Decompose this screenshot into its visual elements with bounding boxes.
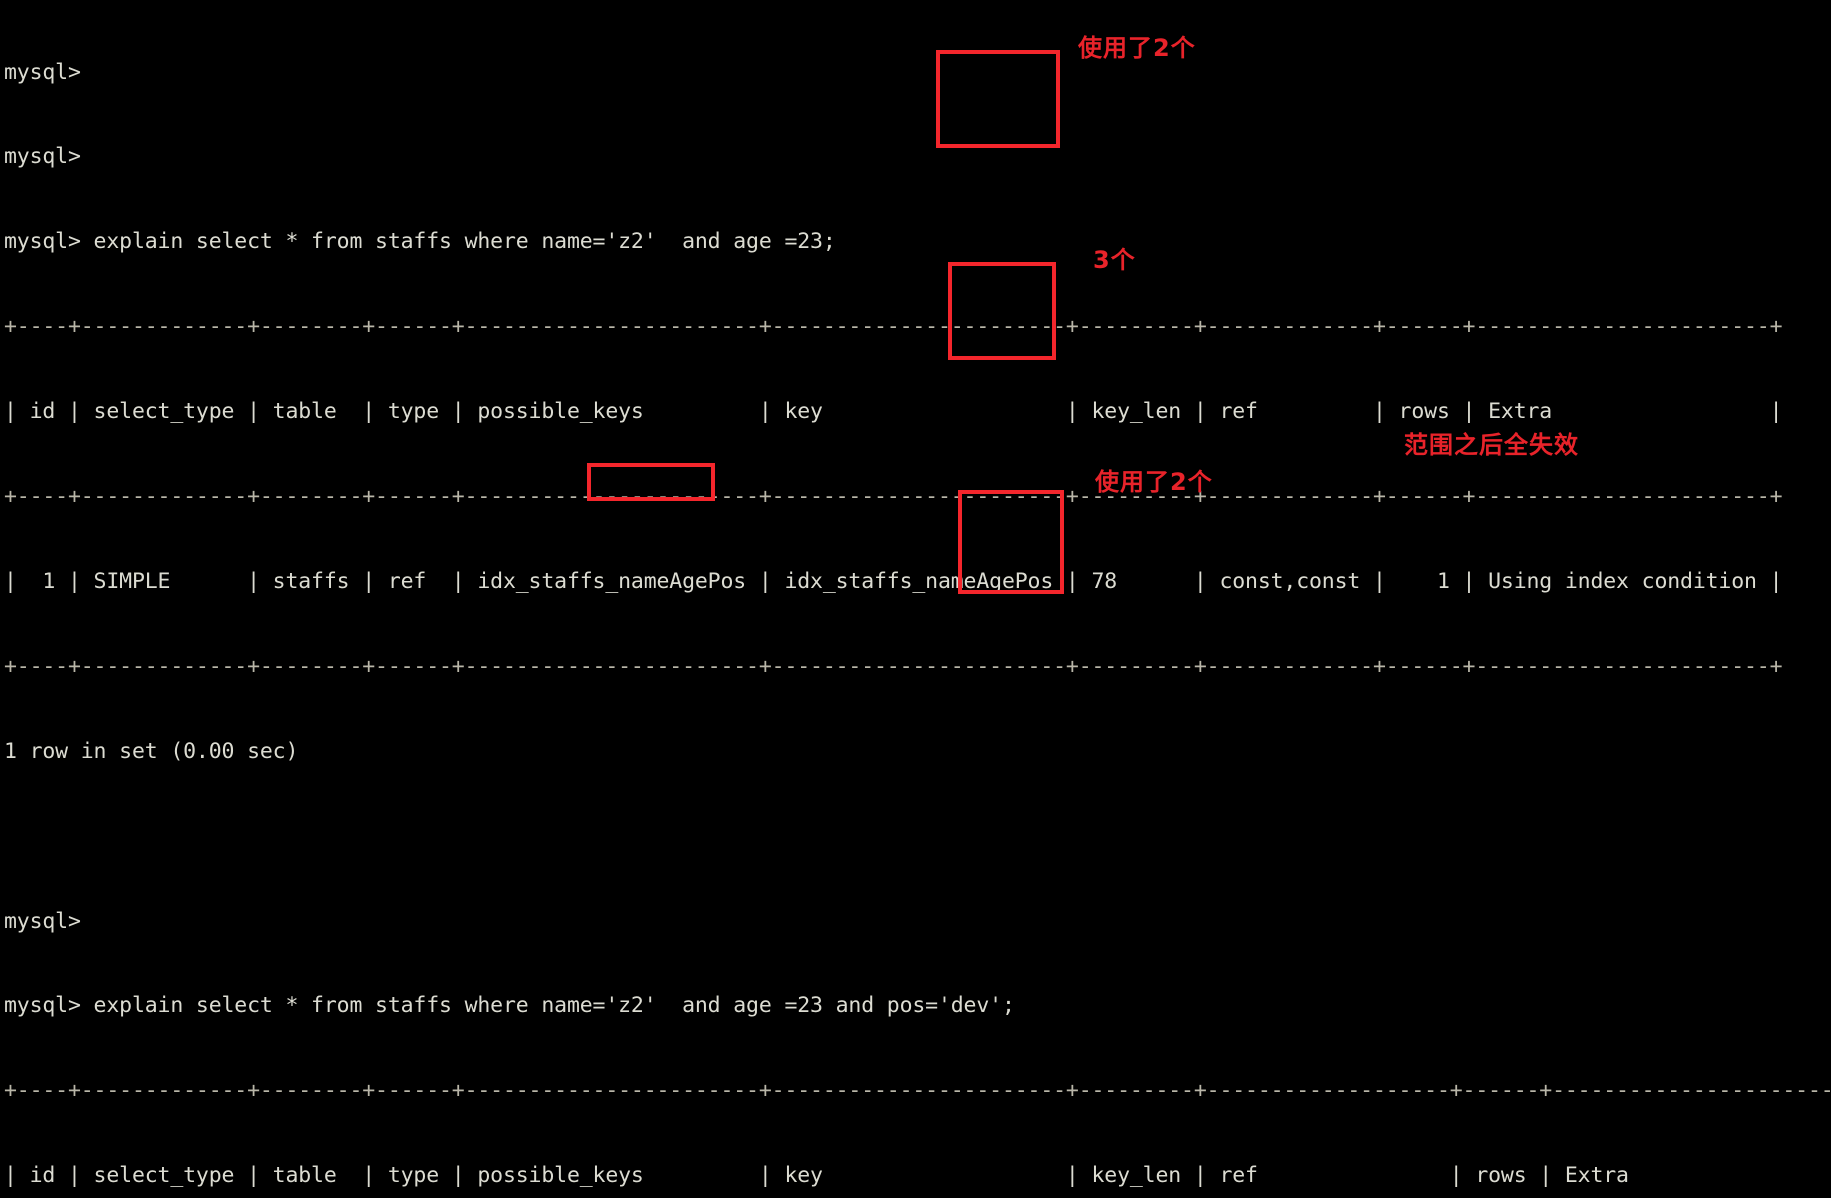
terminal-line: mysql> <box>4 908 81 934</box>
terminal-line: mysql> <box>4 144 81 170</box>
table-header-row: | id | select_type | table | type | poss… <box>4 1163 1831 1189</box>
mysql-terminal[interactable]: mysql> mysql> mysql> explain select * fr… <box>0 0 1831 1188</box>
result-status-1: 1 row in set (0.00 sec) <box>4 738 299 764</box>
annotation-3-columns: 3个 <box>1093 246 1136 274</box>
table-border: +----+-------------+--------+------+----… <box>4 314 1783 340</box>
command-line-2: mysql> explain select * from staffs wher… <box>4 993 1015 1019</box>
terminal-line: mysql> <box>4 59 81 85</box>
annotation-used-2-columns-2: 使用了2个 <box>1095 468 1213 496</box>
table-border: +----+-------------+--------+------+----… <box>4 1078 1831 1104</box>
table-row: | 1 | SIMPLE | staffs | ref | idx_staffs… <box>4 568 1783 594</box>
table-border: +----+-------------+--------+------+----… <box>4 484 1783 510</box>
annotation-range-invalidates: 范围之后全失效 <box>1404 431 1579 459</box>
annotation-used-2-columns-1: 使用了2个 <box>1078 34 1196 62</box>
table-header-row: | id | select_type | table | type | poss… <box>4 399 1783 425</box>
table-border: +----+-------------+--------+------+----… <box>4 653 1783 679</box>
command-line-1: mysql> explain select * from staffs wher… <box>4 229 836 255</box>
